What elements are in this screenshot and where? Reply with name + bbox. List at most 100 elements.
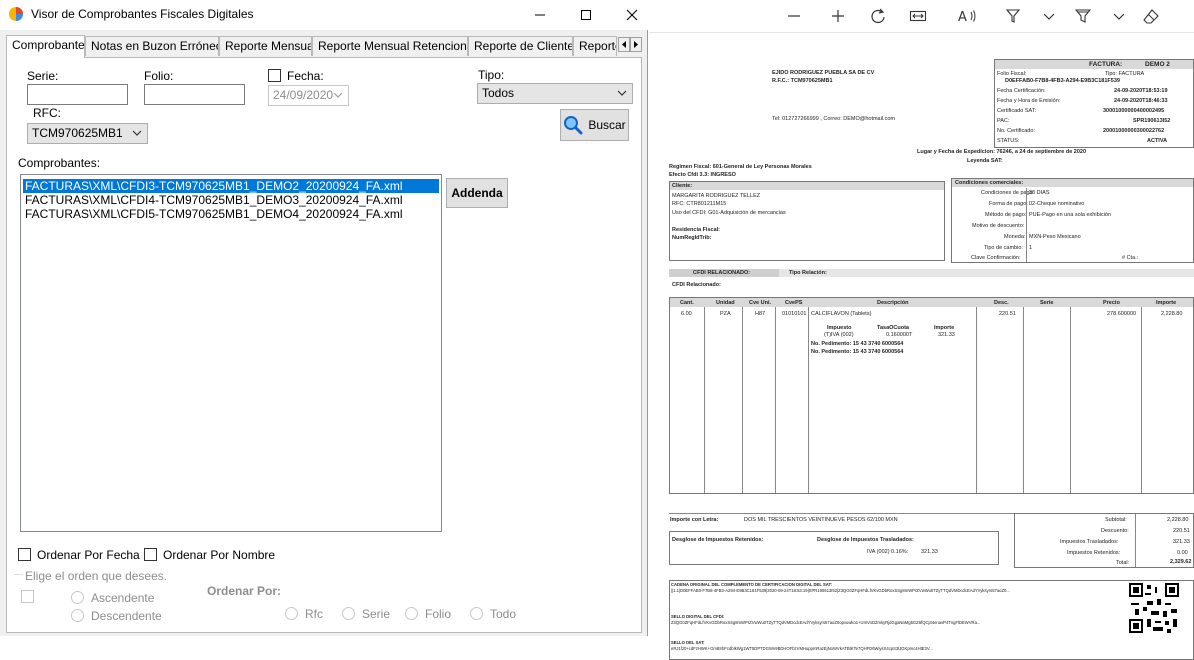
highlighter-icon: [1005, 9, 1021, 23]
list-item[interactable]: FACTURAS\XML\CFDI3-TCM970625MB1_DEMO2_20…: [22, 178, 440, 194]
tab-reporte[interactable]: Reporte: [573, 36, 617, 56]
tipo-value: Todos: [482, 86, 515, 100]
rotate-button[interactable]: [866, 4, 890, 28]
zoom-out-button[interactable]: [782, 4, 806, 28]
motivo-desc-label: Motivo de descuento:: [972, 223, 1025, 229]
descendente-label: Descendente: [91, 609, 162, 623]
tipo-select[interactable]: Todos: [477, 83, 633, 104]
ordenar-fecha-checkbox[interactable]: [18, 548, 31, 561]
emisor-nombre: EJIDO RODRIGUEZ PUEBLA SA DE CV: [772, 70, 875, 76]
ordenar-nombre-checkbox[interactable]: [144, 548, 157, 561]
serie-input[interactable]: [27, 84, 128, 105]
tab-notas-buzon[interactable]: Notas en Buzon Erróneos: [85, 36, 219, 56]
efecto-cfdi: Efecto Cfdi 3.3: INGRESO: [669, 172, 736, 178]
descendente-radio[interactable]: [71, 609, 84, 622]
app-window: Visor de Comprobantes Fiscales Digitales…: [0, 0, 648, 636]
tab-comprobantes[interactable]: Comprobantes: [6, 35, 85, 58]
zoom-in-button[interactable]: [826, 4, 850, 28]
tab-reporte-mensual[interactable]: Reporte Mensual: [219, 36, 312, 56]
importe-letra: DOS MIL TRESCIENTOS VEINTINUEVE PESOS 62…: [744, 517, 898, 523]
item-descripcion: CALCIFLAVON (Tablets): [811, 311, 872, 317]
tipo-comprobante: Tipo: FACTURA: [1105, 71, 1145, 77]
col-divider: [742, 307, 743, 493]
list-item[interactable]: FACTURAS\XML\CFDI4-TCM970625MB1_DEMO3_20…: [23, 193, 402, 207]
col-desc: Desc.: [994, 300, 1009, 306]
traslados-label: Impuestos Trasladados:: [1060, 539, 1119, 545]
tab-scroll-right-button[interactable]: [630, 37, 642, 52]
pdf-document-area[interactable]: FACTURA: DEMO 2 Folio Fiscal: Tipo: FACT…: [649, 32, 1194, 660]
draw-button[interactable]: [1071, 4, 1095, 28]
folio-radio[interactable]: [405, 607, 418, 620]
tipo-label: Tipo:: [478, 68, 505, 82]
fit-page-button[interactable]: [906, 4, 930, 28]
impuesto-importe: 321.33: [938, 332, 955, 338]
fecha-picker[interactable]: 24/09/2020: [268, 85, 349, 106]
ordenar-nombre-label: Ordenar Por Nombre: [163, 548, 276, 562]
folio-fiscal-uuid: D0EFFAB0-F7B8-4FB3-A294-E9B3C181F539: [1005, 78, 1120, 84]
traslados-value: 321.33: [1173, 539, 1190, 545]
highlight-button[interactable]: [1001, 4, 1025, 28]
addenda-button[interactable]: Addenda: [446, 178, 508, 208]
item-descuento: 220.51: [999, 311, 1016, 317]
tab-reporte-clientes[interactable]: Reporte de Clientes: [468, 36, 573, 56]
emisor-rfc: R.F.C.: TCM970625MB1: [772, 78, 833, 84]
buscar-button[interactable]: Buscar: [560, 109, 629, 141]
tab-scroll-left-button[interactable]: [618, 37, 630, 52]
cfdi-relacionado-value: CFDI Relacionado:: [672, 282, 721, 288]
col-divider: [808, 307, 809, 493]
highlight-options-button[interactable]: [1037, 4, 1061, 28]
col-divider: [1141, 307, 1142, 493]
cert-sat-label: Certificado SAT:: [997, 108, 1037, 114]
cfdi-relacionado-label: CFDI RELACIONADO:: [693, 270, 751, 276]
draw-options-button[interactable]: [1107, 4, 1131, 28]
col-divider: [704, 307, 705, 493]
serie-radio[interactable]: [342, 607, 355, 620]
cadena-original-label: CADENA ORIGINAL DEL COMPLEMENTO DE CERTI…: [671, 582, 832, 587]
maximize-button[interactable]: [563, 0, 609, 30]
tab-reporte-mensual-retenciones[interactable]: Reporte Mensual Retenciones: [312, 36, 468, 56]
orden-enable-checkbox[interactable]: [21, 590, 34, 603]
total-label: Total:: [1116, 560, 1130, 566]
cond-divider: [1026, 188, 1027, 262]
qr-code: [1129, 583, 1179, 633]
tab-label: Notas en Buzon Erróneos: [91, 39, 219, 53]
cond-pago-value: 30 DIAS: [1029, 190, 1050, 196]
factura-label: FACTURA:: [1089, 61, 1123, 68]
fecha-checkbox[interactable]: [268, 69, 281, 82]
cliente-label: Cliente:: [672, 183, 693, 189]
col-divider: [1023, 307, 1024, 493]
fecha-cert-value: 24-09-2020T18:53:19: [1114, 88, 1168, 94]
folio-label: Folio:: [144, 69, 174, 83]
rfc-select[interactable]: TCM970625MB1: [27, 123, 148, 144]
cliente-header: [670, 182, 944, 190]
sello-cfdi-text: Z3QG0ZFqHFdLfVKvGDbRoxSSg8mWPrZVwWu0TZyT…: [671, 620, 981, 625]
forma-pago-value: 02-Cheque nominativo: [1029, 201, 1085, 207]
buscar-label: Buscar: [588, 118, 626, 132]
title-bar[interactable]: Visor de Comprobantes Fiscales Digitales: [0, 0, 648, 30]
metodo-pago-value: PUE-Pago en una sola exhibición: [1029, 212, 1111, 218]
tasa-header: TasaOCuota: [877, 325, 909, 331]
tab-label: Reporte: [579, 39, 616, 53]
read-aloud-button[interactable]: A: [955, 4, 979, 28]
desglose-iva-value: 321.33: [921, 549, 938, 555]
todo-option-label: Todo: [490, 607, 517, 621]
ascendente-radio[interactable]: [71, 591, 84, 604]
erase-button[interactable]: [1139, 4, 1163, 28]
pedimento-1: No. Pedimento: 15 43 3740 6000564: [811, 341, 904, 347]
todo-radio[interactable]: [470, 607, 483, 620]
minimize-button[interactable]: [517, 0, 563, 30]
rfc-radio[interactable]: [285, 607, 298, 620]
chevron-right-icon: [634, 41, 638, 48]
col-unidad: Unidad: [716, 300, 735, 306]
col-descripcion: Descripción: [877, 300, 909, 306]
comprobantes-listbox[interactable]: FACTURAS\XML\CFDI3-TCM970625MB1_DEMO2_20…: [20, 174, 442, 532]
sello-cfdi-label: SELLO DIGITAL DEL CFDI:: [671, 614, 725, 619]
desglose-retenidos-label: Desglose de Impuestos Retenidos:: [672, 537, 764, 543]
list-item[interactable]: FACTURAS\XML\CFDI5-TCM970625MB1_DEMO4_20…: [23, 207, 402, 221]
fecha-label: Fecha:: [287, 69, 324, 83]
folio-input[interactable]: [144, 84, 245, 105]
app-icon: [9, 7, 23, 21]
read-aloud-icon: A: [958, 10, 976, 24]
regimen-fiscal: Regimen Fiscal: 601-General de Ley Perso…: [669, 164, 812, 170]
plus-icon: [832, 10, 844, 22]
